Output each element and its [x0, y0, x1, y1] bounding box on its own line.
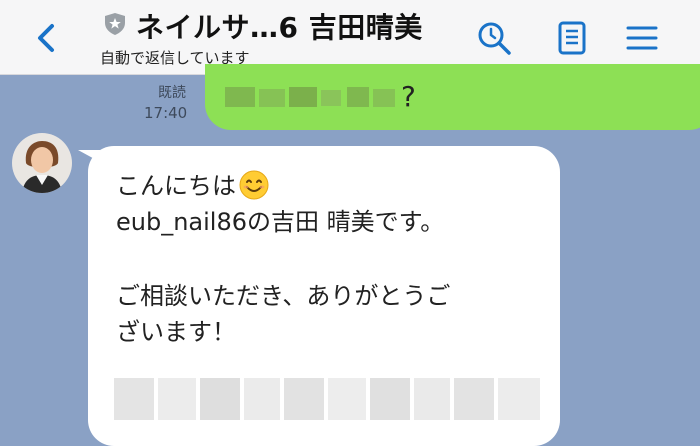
message-line: ざいます！ [116, 318, 236, 346]
message-time: 17:40 [144, 104, 188, 122]
notes-icon[interactable] [552, 18, 592, 58]
avatar[interactable] [12, 133, 72, 193]
read-receipt: 既読 [158, 85, 186, 101]
chat-title: ネイルサ…6 吉田晴美 [136, 11, 423, 44]
redacted-text [114, 378, 540, 420]
sent-message-text: ? [401, 80, 416, 113]
message-line: ご相談いただき、ありがとうご [116, 282, 451, 310]
chevron-left-icon[interactable] [28, 18, 68, 58]
menu-icon[interactable] [622, 18, 662, 58]
official-account-icon [105, 13, 125, 35]
redacted-text [225, 87, 395, 107]
message-line: eub_nail86の吉田 晴美です。 [116, 208, 445, 236]
message-line: こんにちは [116, 166, 269, 201]
search-icon[interactable] [474, 18, 514, 58]
smiling-face-icon [239, 170, 269, 200]
